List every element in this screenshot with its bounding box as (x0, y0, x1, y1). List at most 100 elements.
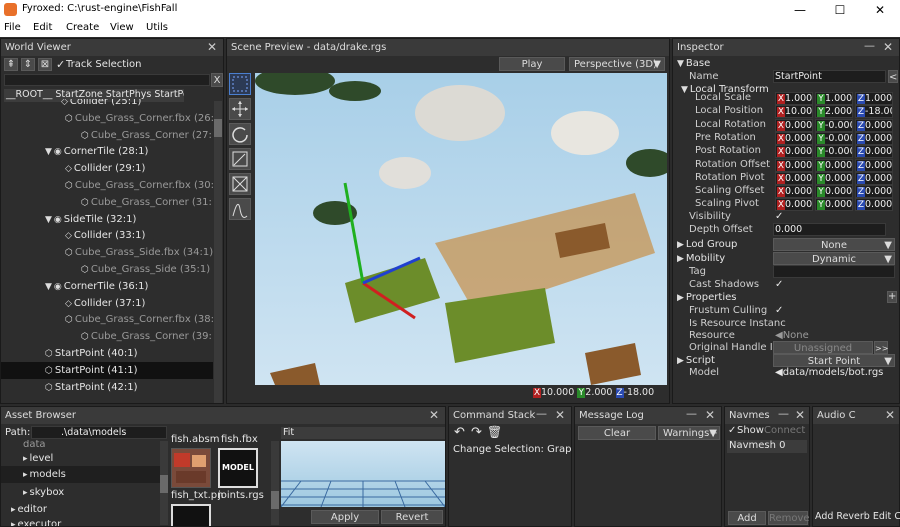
remove-navmesh-button[interactable]: Remove (768, 511, 810, 525)
add-property-button[interactable]: + (887, 291, 897, 303)
expand-arrow-icon[interactable]: ▼ (45, 279, 52, 296)
co-button[interactable]: Co (894, 511, 900, 522)
x-field[interactable]: X10.000 (775, 105, 813, 119)
tree-scrollbar[interactable] (214, 101, 222, 403)
scene-viewport[interactable] (255, 73, 667, 385)
lod-group-dropdown[interactable]: None ▼ (773, 238, 895, 251)
minimize-icon[interactable]: — (536, 407, 547, 420)
z-field[interactable]: Z0.000 (855, 185, 893, 199)
y-field[interactable]: Y2.000 (815, 105, 853, 119)
tree-item[interactable]: ⬡ StartPoint (40:1) (1, 345, 213, 362)
z-field[interactable]: Z0.000 (855, 145, 893, 159)
edit-reverb-button[interactable]: Edit (873, 511, 891, 522)
y-field[interactable]: Y-0.000 (815, 131, 853, 145)
tag-field[interactable] (773, 265, 895, 278)
asset-preview[interactable] (281, 441, 445, 507)
menu-view[interactable]: View (110, 22, 134, 33)
show-checkbox[interactable]: ✓ (728, 425, 736, 436)
menu-create[interactable]: Create (66, 22, 99, 33)
depth-offset-field[interactable]: 0.000 (773, 223, 886, 236)
expand-arrow-icon[interactable]: ▼ (45, 144, 52, 161)
z-field[interactable]: Z0.000 (855, 118, 893, 132)
folder-executor[interactable]: ▸ executor (11, 516, 61, 526)
x-field[interactable]: X0.000 (775, 185, 813, 199)
tree-item[interactable]: ▼ ◉ SideTile (32:1) (1, 211, 213, 228)
connect-button[interactable]: Connect (764, 425, 805, 436)
name-field[interactable]: StartPoint (773, 70, 886, 83)
folder-scrollbar-thumb[interactable] (160, 475, 168, 493)
redo-icon[interactable]: ↷ (471, 425, 482, 440)
files-scrollbar[interactable] (271, 441, 279, 525)
menu-edit[interactable]: Edit (33, 22, 52, 33)
close-icon[interactable]: ✕ (883, 40, 893, 54)
tree-item[interactable]: ⬡ StartPoint (41:1) (1, 361, 213, 379)
mobility-dropdown[interactable]: Dynamic ▼ (773, 252, 895, 265)
y-field[interactable]: Y0.000 (815, 185, 853, 199)
cast-shadows-checkbox[interactable]: ✓ (775, 276, 783, 293)
clear-search-button[interactable]: X (211, 73, 223, 87)
tree-item[interactable]: ⬡ Cube_Grass_Corner (27:1) (1, 127, 213, 144)
minimize-icon[interactable]: — (778, 407, 789, 420)
undo-icon[interactable]: ↶ (454, 425, 465, 440)
z-field[interactable]: Z1.000 (855, 92, 893, 105)
navmesh-list-item[interactable]: Navmesh 0 (727, 440, 807, 453)
folder-skybox[interactable]: ▸ skybox (23, 484, 64, 501)
trash-icon[interactable]: 🗑 (487, 425, 502, 439)
navmesh-tool-icon[interactable] (229, 198, 251, 220)
resize-tool-icon[interactable] (229, 173, 251, 195)
tree-item[interactable]: ⬡ Cube_Grass_Corner.fbx (26:1) (1, 110, 213, 127)
scale-tool-icon[interactable] (229, 148, 251, 170)
tree-item[interactable]: ⬡ StartPoint (42:1) (1, 379, 213, 396)
y-field[interactable]: Y0.000 (815, 158, 853, 172)
tree-item[interactable]: ▼ ◉ CornerTile (28:1) (1, 143, 213, 160)
folder-scrollbar[interactable] (160, 441, 168, 525)
x-field[interactable]: X0.000 (775, 131, 813, 145)
menu-utils[interactable]: Utils (146, 22, 168, 33)
close-icon[interactable]: ✕ (555, 408, 565, 422)
tree-item[interactable]: ⬡ Cube_Grass_Corner (31:1) (1, 194, 213, 211)
original-handle-field[interactable]: Unassigned (773, 341, 873, 354)
minimize-icon[interactable]: — (864, 39, 875, 52)
name-revert-button[interactable]: < (888, 70, 898, 83)
tree-item[interactable]: ⬡ Cube_Grass_Corner (39:1) (1, 328, 213, 345)
clear-log-button[interactable]: Clear (578, 426, 656, 440)
projection-dropdown[interactable]: Perspective (3D) ▼ (569, 57, 665, 71)
move-tool-icon[interactable] (229, 98, 251, 120)
expand-arrow-icon[interactable]: ▼ (45, 212, 52, 229)
maximize-button[interactable]: ☐ (820, 0, 860, 20)
apply-button[interactable]: Apply (311, 510, 379, 524)
folder-models[interactable]: ▸ models (1, 466, 161, 483)
z-field[interactable]: Z-18.00 (855, 105, 893, 119)
folder-level[interactable]: ▸ level (23, 450, 53, 467)
y-field[interactable]: Y-0.000 (815, 145, 853, 159)
play-button[interactable]: Play (499, 57, 565, 71)
tree-item[interactable]: ◇ Collider (25:1) (1, 99, 213, 110)
asset-fish-absm-thumbnail[interactable] (171, 448, 211, 488)
files-scrollbar-thumb[interactable] (271, 491, 279, 509)
minimize-button[interactable]: — (780, 0, 820, 20)
close-icon[interactable]: ✕ (429, 408, 439, 422)
track-selection-checkbox[interactable]: ✓ (56, 58, 65, 71)
tree-item[interactable]: ◇ Collider (29:1) (1, 160, 213, 177)
model-value[interactable]: ◀data/models/bot.rgs (775, 364, 883, 381)
path-field[interactable]: .\data\models (31, 426, 167, 439)
tree-item[interactable]: ⬡ Cube_Grass_Side.fbx (34:1) (1, 244, 213, 261)
y-field[interactable]: Y0.000 (815, 171, 853, 185)
x-field[interactable]: X0.000 (775, 145, 813, 159)
z-field[interactable]: Z0.000 (855, 171, 893, 185)
revert-button[interactable]: Revert (381, 510, 443, 524)
expand-all-icon[interactable]: ⇕ (21, 58, 35, 71)
tree-item[interactable]: ⬡ Cube_Grass_Side (35:1) (1, 261, 213, 278)
z-field[interactable]: Z0.000 (855, 198, 893, 212)
search-input[interactable] (4, 74, 210, 86)
y-field[interactable]: Y1.000 (815, 92, 853, 105)
close-icon[interactable]: ✕ (885, 408, 895, 422)
preview-mode-dropdown[interactable]: Fit (281, 427, 445, 439)
locate-selection-icon[interactable]: ⊠ (38, 58, 52, 71)
log-filter-dropdown[interactable]: Warnings+ ▼ (658, 426, 720, 440)
collapse-all-icon[interactable]: ⇞ (4, 58, 18, 71)
asset-fish-fbx-thumbnail[interactable]: MODEL (218, 448, 258, 488)
asset-model-thumbnail-icon[interactable] (171, 504, 211, 526)
close-icon[interactable]: ✕ (207, 40, 217, 54)
command-entry[interactable]: Change Selection: Graph (453, 444, 571, 455)
